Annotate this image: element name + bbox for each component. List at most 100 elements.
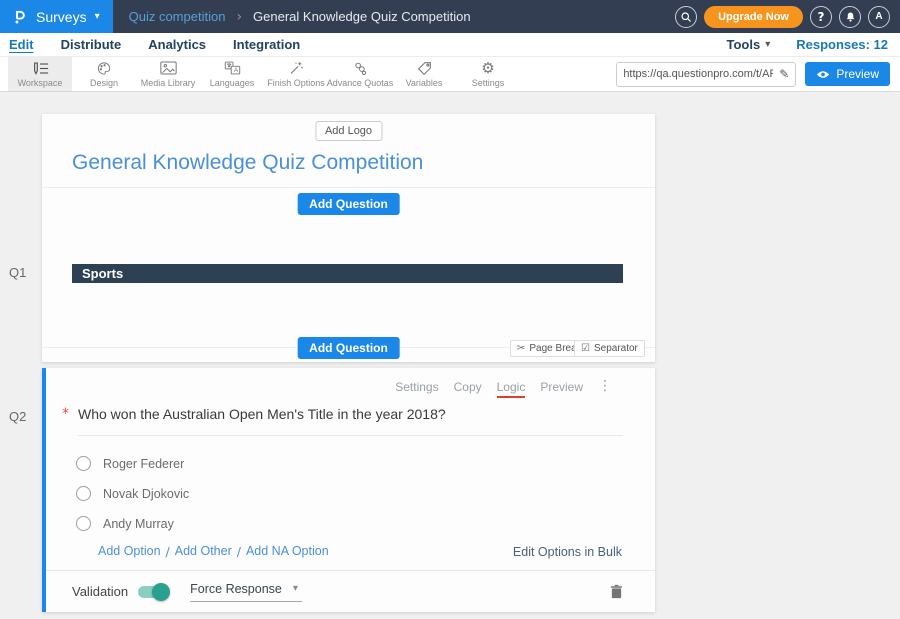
add-na-option-link[interactable]: Add NA Option	[246, 544, 329, 559]
tab-analytics[interactable]: Analytics	[148, 37, 206, 52]
question-action-menu: Settings Copy Logic Preview ⋮	[395, 380, 612, 398]
toolbar-item-media-library[interactable]: Media Library	[136, 57, 200, 91]
radio-button-icon[interactable]	[76, 486, 91, 501]
toolbar-item-label: Workspace	[18, 78, 63, 88]
answer-option-row[interactable]: Roger Federer	[76, 456, 184, 471]
validation-toggle[interactable]	[138, 586, 168, 598]
image-icon	[160, 61, 177, 76]
divider	[42, 187, 655, 188]
question-text[interactable]: Who won the Australian Open Men's Title …	[78, 406, 623, 436]
add-question-button-top[interactable]: Add Question	[297, 193, 400, 215]
slash-separator: /	[237, 544, 241, 559]
app-header: Surveys ▾ Quiz competition › General Kno…	[0, 0, 900, 33]
question-text-row: * Who won the Australian Open Men's Titl…	[62, 406, 623, 436]
surveys-product-menu[interactable]: Surveys ▾	[0, 0, 113, 33]
eye-icon	[816, 70, 830, 79]
toolbar-item-label: Design	[90, 78, 118, 88]
tab-integration[interactable]: Integration	[233, 37, 300, 52]
answer-option-label[interactable]: Novak Djokovic	[103, 487, 189, 501]
question-copy-link[interactable]: Copy	[454, 380, 482, 394]
survey-title[interactable]: General Knowledge Quiz Competition	[72, 151, 423, 175]
subnav-right: Tools ▾ Responses: 12	[727, 37, 889, 52]
add-option-links: Add Option / Add Other / Add NA Option	[98, 544, 329, 559]
help-button[interactable]: ?	[810, 6, 832, 28]
survey-url-value: https://qa.questionpro.com/t/APNrFZe5	[617, 68, 773, 80]
breadcrumb-parent-link[interactable]: Quiz competition	[129, 9, 226, 24]
notifications-button[interactable]	[839, 6, 861, 28]
answer-option-label[interactable]: Roger Federer	[103, 457, 184, 471]
toolbar-item-settings[interactable]: ⚙ Settings	[456, 57, 520, 91]
toolbar-item-languages[interactable]: A Languages	[200, 57, 264, 91]
survey-subnav: Edit Distribute Analytics Integration To…	[0, 33, 900, 57]
survey-edit-canvas: Q1 Q2 Add Logo General Knowledge Quiz Co…	[0, 93, 900, 619]
question-number-q2: Q2	[9, 409, 26, 424]
add-question-button-bottom[interactable]: Add Question	[297, 337, 400, 359]
required-asterisk: *	[62, 406, 78, 436]
tab-distribute[interactable]: Distribute	[61, 37, 122, 52]
toolbar-item-design[interactable]: Design	[72, 57, 136, 91]
separator-label: Separator	[594, 343, 638, 354]
avatar-initial: A	[875, 11, 882, 22]
add-other-link[interactable]: Add Other	[175, 544, 232, 559]
subnav-tabs: Edit Distribute Analytics Integration	[9, 37, 300, 52]
tools-label: Tools	[727, 37, 761, 52]
checkbox-icon: ☑	[581, 343, 590, 354]
radio-button-icon[interactable]	[76, 456, 91, 471]
breadcrumb-separator-icon: ›	[236, 9, 242, 25]
answer-option-row[interactable]: Andy Murray	[76, 516, 174, 531]
trash-icon	[610, 584, 623, 599]
question-preview-link[interactable]: Preview	[540, 380, 583, 394]
translate-icon: A	[224, 61, 241, 76]
breadcrumb: Quiz competition › General Knowledge Qui…	[129, 9, 471, 25]
chevron-down-icon: ▾	[95, 11, 100, 22]
edit-toolbar: Workspace Design Media Library A Languag…	[0, 57, 900, 92]
toolbar-item-variables[interactable]: Variables	[392, 57, 456, 91]
delete-question-button[interactable]	[610, 584, 623, 599]
account-avatar[interactable]: A	[868, 6, 890, 28]
scissors-icon: ✂	[517, 343, 525, 354]
product-menu-label: Surveys	[36, 9, 87, 25]
answer-option-row[interactable]: Novak Djokovic	[76, 486, 189, 501]
search-button[interactable]	[675, 6, 697, 28]
validation-type-dropdown[interactable]: Force Response ▾	[190, 582, 302, 602]
separator-button[interactable]: ☑ Separator	[574, 340, 645, 357]
more-options-icon[interactable]: ⋮	[598, 380, 612, 392]
breadcrumb-current: General Knowledge Quiz Competition	[253, 9, 471, 24]
chevron-down-icon: ▾	[765, 39, 770, 50]
chain-links-icon	[352, 61, 368, 76]
toolbar-item-label: Advance Quotas	[327, 78, 394, 88]
toolbar-item-finish-options[interactable]: Finish Options	[264, 57, 328, 91]
validation-type-value: Force Response	[190, 582, 282, 596]
edit-options-in-bulk-link[interactable]: Edit Options in Bulk	[513, 545, 622, 559]
svg-text:A: A	[233, 67, 238, 74]
question-logic-link[interactable]: Logic	[497, 380, 526, 398]
validation-row: Validation Force Response ▾	[46, 571, 655, 612]
toolbar-item-label: Finish Options	[267, 78, 325, 88]
palette-icon	[96, 61, 112, 76]
upgrade-now-button[interactable]: Upgrade Now	[704, 6, 803, 28]
option-links-row: Add Option / Add Other / Add NA Option E…	[98, 544, 622, 559]
q2-question-card: Settings Copy Logic Preview ⋮ * Who won …	[42, 368, 655, 612]
survey-header-card: Add Logo General Knowledge Quiz Competit…	[42, 114, 655, 362]
responses-count-link[interactable]: Responses: 12	[796, 37, 888, 52]
tab-edit[interactable]: Edit	[9, 37, 34, 52]
search-icon	[680, 11, 692, 23]
toolbar-item-workspace[interactable]: Workspace	[8, 57, 72, 91]
toolbar-item-advance-quotas[interactable]: Advance Quotas	[328, 57, 392, 91]
edit-url-pencil-icon[interactable]: ✎	[773, 63, 795, 86]
chevron-down-icon: ▾	[293, 583, 298, 594]
toolbar-item-label: Variables	[406, 78, 443, 88]
q1-section-heading[interactable]: Sports	[72, 264, 623, 283]
add-logo-button[interactable]: Add Logo	[315, 121, 382, 141]
header-actions: Upgrade Now ? A	[675, 6, 900, 28]
preview-button[interactable]: Preview	[805, 62, 890, 86]
answer-option-label[interactable]: Andy Murray	[103, 517, 174, 531]
gear-icon: ⚙	[481, 61, 494, 76]
radio-button-icon[interactable]	[76, 516, 91, 531]
question-settings-link[interactable]: Settings	[395, 380, 438, 394]
survey-url-field[interactable]: https://qa.questionpro.com/t/APNrFZe5 ✎	[616, 62, 796, 87]
add-option-link[interactable]: Add Option	[98, 544, 161, 559]
tools-dropdown[interactable]: Tools ▾	[727, 37, 771, 52]
question-number-q1: Q1	[9, 265, 26, 280]
workspace-pen-list-icon	[31, 61, 49, 76]
